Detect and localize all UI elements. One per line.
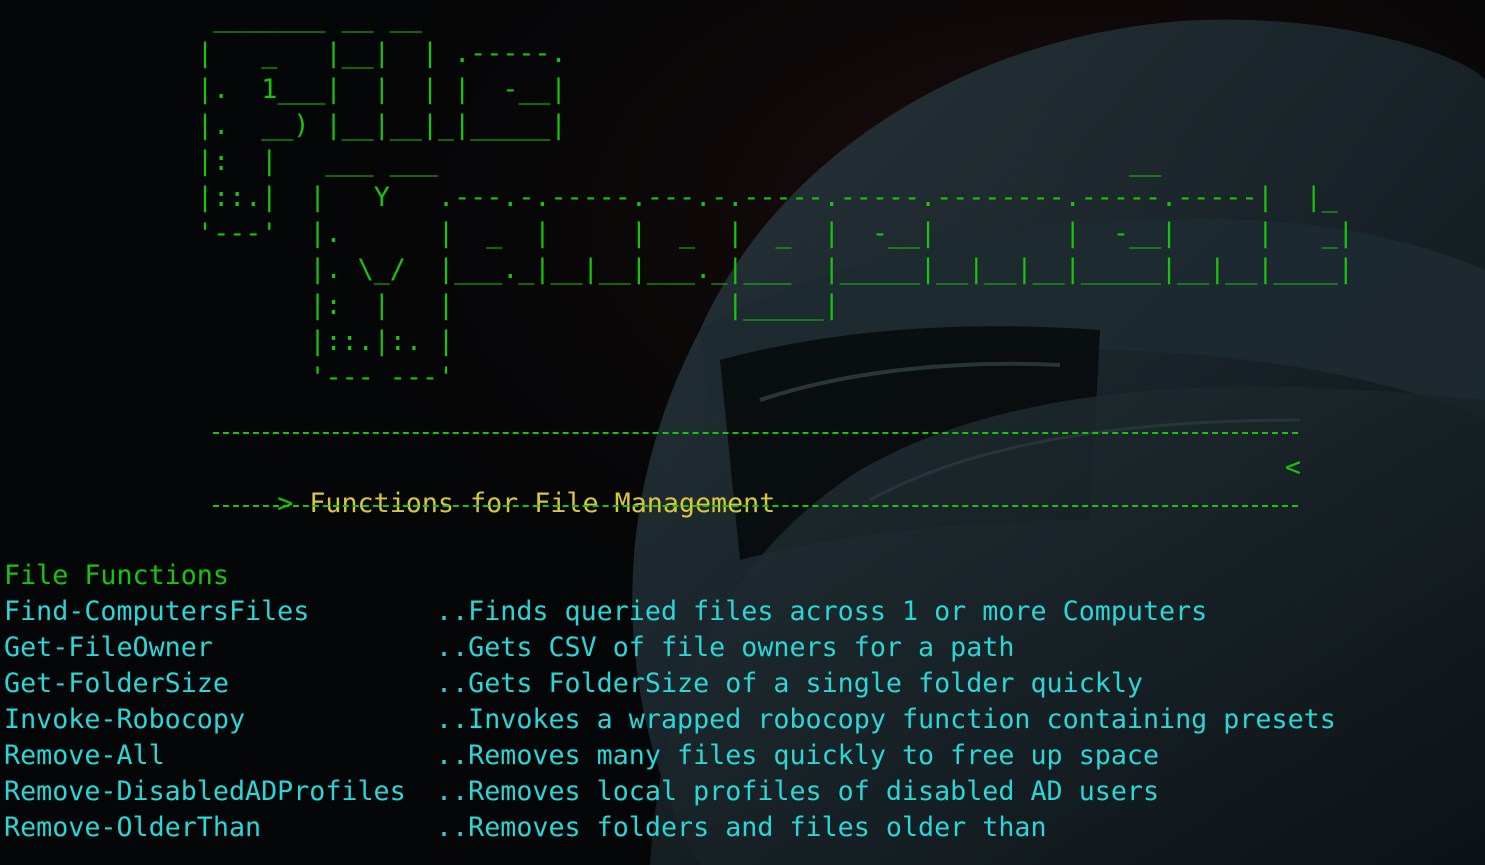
function-list: Find-ComputersFiles ..Finds queried file… — [0, 594, 1336, 846]
function-name: Remove-DisabledADProfiles — [4, 776, 406, 807]
banner-rule-top — [213, 432, 1298, 434]
function-row: Find-ComputersFiles ..Finds queried file… — [0, 594, 1207, 630]
terminal-window[interactable]: _______ __ __ | _ |__| | .-----. |. 1___… — [0, 0, 1485, 865]
function-description: ..Removes local profiles of disabled AD … — [436, 776, 1160, 807]
function-name: Invoke-Robocopy — [4, 704, 246, 735]
function-name: Get-FolderSize — [4, 668, 229, 699]
function-name: Get-FileOwner — [4, 632, 213, 663]
function-row: Remove-All ..Removes many files quickly … — [0, 738, 1159, 774]
function-row: Get-FolderSize ..Gets FolderSize of a si… — [0, 666, 1143, 702]
function-name: Find-ComputersFiles — [4, 596, 310, 627]
function-description: ..Gets CSV of file owners for a path — [436, 632, 1015, 663]
banner-rule-bottom — [213, 505, 1298, 507]
function-description: ..Invokes a wrapped robocopy function co… — [436, 704, 1336, 735]
function-description: ..Removes folders and files older than — [436, 812, 1047, 843]
banner-line: > Functions for File Management < — [213, 450, 1301, 519]
section-title: File Functions — [4, 560, 229, 591]
ascii-art-banner: _______ __ __ | _ |__| | .-----. |. 1___… — [197, 2, 1354, 393]
function-row: Remove-OlderThan ..Removes folders and f… — [0, 810, 1047, 846]
function-name: Remove-All — [4, 740, 165, 771]
function-row: Get-FileOwner ..Gets CSV of file owners … — [0, 630, 1014, 666]
banner-left-marker: > — [277, 488, 294, 519]
function-description: ..Removes many files quickly to free up … — [436, 740, 1160, 771]
function-description: ..Gets FolderSize of a single folder qui… — [436, 668, 1143, 699]
function-row: Invoke-Robocopy ..Invokes a wrapped robo… — [0, 702, 1336, 738]
function-row: Remove-DisabledADProfiles ..Removes loca… — [0, 774, 1159, 810]
banner-title: Functions for File Management — [309, 488, 776, 519]
banner-right-marker: < — [1284, 452, 1301, 483]
function-name: Remove-OlderThan — [4, 812, 262, 843]
function-description: ..Finds queried files across 1 or more C… — [436, 596, 1208, 627]
